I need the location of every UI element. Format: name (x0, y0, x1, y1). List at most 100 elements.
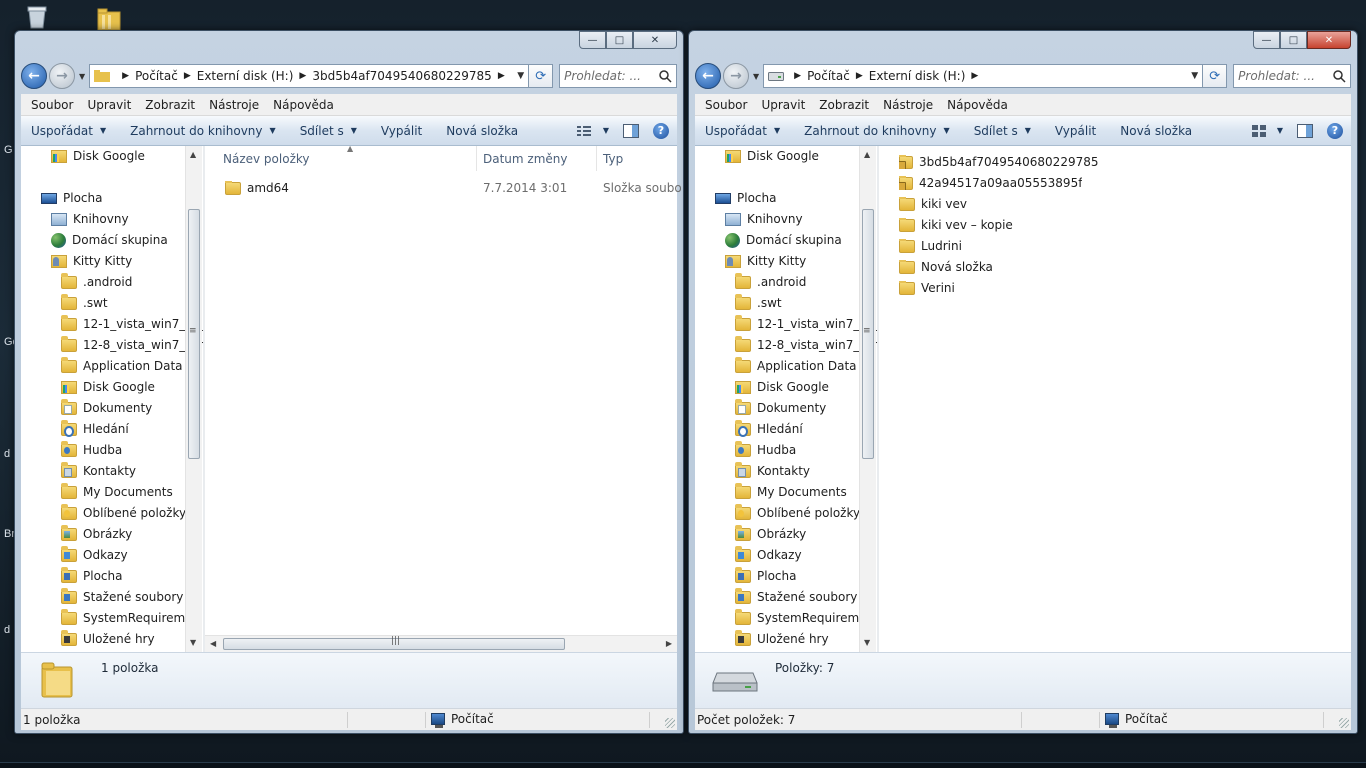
nav-item-documents[interactable]: Dokumenty (61, 398, 152, 418)
minimize-button[interactable]: — (1253, 31, 1280, 49)
scroll-down-arrow-icon[interactable]: ▼ (190, 638, 196, 647)
nav-item-folder[interactable]: Application Data (735, 356, 857, 376)
explorer-window-right[interactable]: — □ ✕ ← → ▼ ▶ Počítač ▶ Externí disk (H:… (688, 30, 1358, 734)
address-bar[interactable]: ▶ Počítač ▶ Externí disk (H:) ▶ 3bd5b4af… (89, 64, 530, 88)
nav-item-folder[interactable]: 12-1_vista_win7_32_ (735, 314, 877, 334)
menu-edit[interactable]: Upravit (81, 98, 139, 112)
file-list[interactable]: 3bd5b4af7049540680229785 42a94517a09aa05… (879, 146, 1351, 652)
refresh-button[interactable]: ⟳ (529, 64, 554, 88)
table-row[interactable]: amd64 7.7.2014 3:01 Složka soubor (205, 177, 681, 199)
nav-item-folder[interactable]: Application Data (61, 356, 183, 376)
nav-item-pictures[interactable]: Obrázky (735, 524, 806, 544)
nav-item-homegroup[interactable]: Domácí skupina (725, 230, 842, 250)
breadcrumb-separator[interactable]: ▶ (122, 71, 129, 81)
list-item[interactable]: Verini (879, 277, 1351, 299)
menu-tools[interactable]: Nástroje (203, 98, 267, 112)
list-item[interactable]: 42a94517a09aa05553895f (879, 172, 1351, 194)
menu-tools[interactable]: Nástroje (877, 98, 941, 112)
include-library-button[interactable]: Zahrnout do knihovny ▼ (130, 124, 276, 138)
new-folder-button[interactable]: Nová složka (446, 124, 518, 138)
menu-help[interactable]: Nápověda (941, 98, 1016, 112)
nav-item-libraries[interactable]: Knihovny (51, 209, 129, 229)
nav-item-folder[interactable]: My Documents (735, 482, 847, 502)
maximize-button[interactable]: □ (1280, 31, 1307, 49)
file-list[interactable]: Název položky ▲ Datum změny Typ amd64 7.… (205, 146, 681, 652)
nav-item-folder[interactable]: 12-1_vista_win7_32_ (61, 314, 203, 334)
nav-item-downloads[interactable]: Stažené soubory (735, 587, 857, 607)
preview-pane-button[interactable] (1297, 123, 1313, 138)
breadcrumb-separator[interactable]: ▶ (184, 71, 191, 81)
back-button[interactable]: ← (695, 63, 721, 89)
scroll-down-arrow-icon[interactable]: ▼ (864, 638, 870, 647)
scroll-right-arrow-icon[interactable]: ▶ (666, 639, 672, 648)
breadcrumb-item[interactable]: Počítač (135, 69, 178, 83)
list-item[interactable]: Ludrini (879, 235, 1351, 257)
breadcrumb-separator[interactable]: ▶ (856, 71, 863, 81)
navigation-pane[interactable]: Disk Google Plocha Knihovny Domácí skupi… (695, 146, 877, 652)
column-header-type[interactable]: Typ (597, 146, 681, 171)
breadcrumb-item[interactable]: Externí disk (H:) (197, 69, 294, 83)
forward-button[interactable]: → (723, 63, 749, 89)
minimize-button[interactable]: — (579, 31, 606, 49)
nav-item-desktop-folder[interactable]: Plocha (735, 566, 796, 586)
nav-item-folder[interactable]: .android (735, 272, 806, 292)
menu-view[interactable]: Zobrazit (139, 98, 203, 112)
burn-button[interactable]: Vypálit (381, 124, 422, 138)
nav-item-homegroup[interactable]: Domácí skupina (51, 230, 168, 250)
recycle-bin-icon[interactable] (24, 4, 50, 30)
nav-item-favorites[interactable]: Oblíbené položky (735, 503, 860, 523)
scroll-up-arrow-icon[interactable]: ▲ (864, 150, 870, 159)
nav-scrollbar[interactable]: ▲ ≡ ▼ (185, 146, 202, 652)
help-icon[interactable]: ? (1327, 122, 1343, 139)
nav-item-contacts[interactable]: Kontakty (735, 461, 810, 481)
explorer-window-left[interactable]: — □ ✕ ← → ▼ ▶ Počítač ▶ Externí disk (H:… (14, 30, 684, 734)
nav-item-user-folder[interactable]: Kitty Kitty (51, 251, 132, 271)
navigation-pane[interactable]: Disk Google Plocha Knihovny Domácí skupi… (21, 146, 203, 652)
forward-button[interactable]: → (49, 63, 75, 89)
desktop-folder-icon[interactable] (96, 6, 122, 32)
organize-button[interactable]: Uspořádat ▼ (705, 124, 780, 138)
nav-item-contacts[interactable]: Kontakty (61, 461, 136, 481)
nav-item-disk-google[interactable]: Disk Google (725, 146, 819, 166)
nav-item-folder[interactable]: 12-8_vista_win7_wir (61, 335, 203, 355)
breadcrumb-item[interactable]: 3bd5b4af7049540680229785 (312, 69, 492, 83)
nav-item-folder[interactable]: My Documents (61, 482, 173, 502)
nav-item-desktop[interactable]: Plocha (41, 188, 102, 208)
address-dropdown[interactable]: ▼ (511, 71, 524, 81)
share-button[interactable]: Sdílet s ▼ (974, 124, 1031, 138)
search-input[interactable]: Prohledat: ... (1233, 64, 1351, 88)
nav-item-desktop[interactable]: Plocha (715, 188, 776, 208)
menu-file[interactable]: Soubor (699, 98, 755, 112)
scroll-left-arrow-icon[interactable]: ◀ (210, 639, 216, 648)
nav-item-libraries[interactable]: Knihovny (725, 209, 803, 229)
nav-item-pictures[interactable]: Obrázky (61, 524, 132, 544)
view-options-button[interactable]: ▼ (1251, 124, 1283, 138)
breadcrumb-item[interactable]: Externí disk (H:) (869, 69, 966, 83)
address-bar[interactable]: ▶ Počítač ▶ Externí disk (H:) ▶ ▼ (763, 64, 1204, 88)
preview-pane-button[interactable] (623, 123, 639, 138)
breadcrumb-separator[interactable]: ▶ (299, 71, 306, 81)
nav-item-folder[interactable]: SystemRequiremen (61, 608, 200, 628)
list-item[interactable]: kiki vev – kopie (879, 214, 1351, 236)
help-icon[interactable]: ? (653, 122, 669, 139)
address-dropdown[interactable]: ▼ (1185, 71, 1198, 81)
nav-item-disk-google[interactable]: Disk Google (735, 377, 829, 397)
close-button[interactable]: ✕ (633, 31, 677, 49)
nav-item-disk-google[interactable]: Disk Google (51, 146, 145, 166)
breadcrumb-separator[interactable]: ▶ (498, 71, 505, 81)
nav-item-folder[interactable]: .swt (61, 293, 108, 313)
list-item[interactable]: 3bd5b4af7049540680229785 (879, 151, 1351, 173)
nav-item-searches[interactable]: Hledání (61, 419, 129, 439)
organize-button[interactable]: Uspořádat ▼ (31, 124, 106, 138)
recent-pages-dropdown[interactable]: ▼ (753, 72, 759, 81)
nav-item-folder[interactable]: .swt (735, 293, 782, 313)
breadcrumb-separator[interactable]: ▶ (794, 71, 801, 81)
scroll-up-arrow-icon[interactable]: ▲ (190, 150, 196, 159)
breadcrumb-separator[interactable]: ▶ (971, 71, 978, 81)
nav-item-searches[interactable]: Hledání (735, 419, 803, 439)
share-button[interactable]: Sdílet s ▼ (300, 124, 357, 138)
nav-item-folder[interactable]: 12-8_vista_win7_wir (735, 335, 877, 355)
refresh-button[interactable]: ⟳ (1203, 64, 1228, 88)
column-header-date[interactable]: Datum změny (477, 146, 597, 171)
nav-item-links[interactable]: Odkazy (61, 545, 128, 565)
